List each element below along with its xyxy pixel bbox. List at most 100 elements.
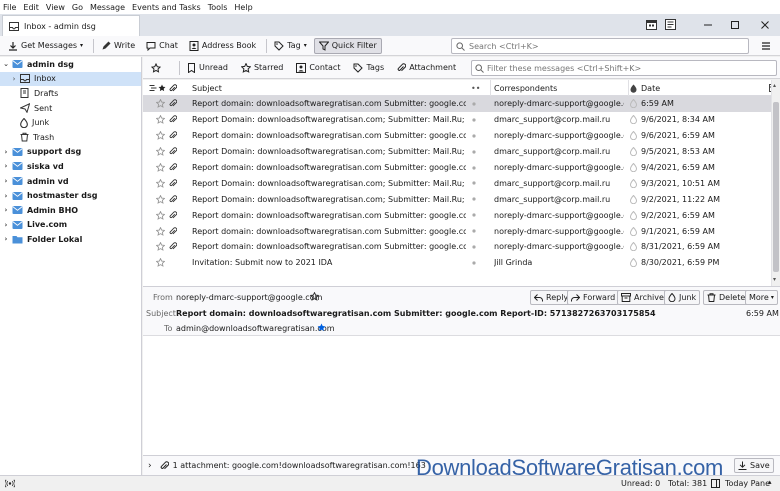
- junk-status-icon[interactable]: [630, 144, 639, 160]
- folder-admin-bho[interactable]: › Admin BHO: [0, 203, 141, 218]
- table-row[interactable]: Report Domain: downloadsoftwaregratisan.…: [143, 191, 771, 207]
- maximize-button[interactable]: [722, 14, 748, 36]
- scroll-down-icon[interactable]: ▾: [773, 276, 776, 283]
- table-row[interactable]: Report Domain: downloadsoftwaregratisan.…: [143, 144, 771, 160]
- star-icon[interactable]: [156, 160, 168, 176]
- star-icon[interactable]: [156, 144, 168, 160]
- folder-admin-dsg[interactable]: ⌄ admin dsg: [0, 57, 141, 72]
- folder-admin-vd[interactable]: › admin vd: [0, 174, 141, 189]
- folder-folder-lokal[interactable]: › Folder Lokal: [0, 232, 141, 247]
- folder-junk[interactable]: Junk: [0, 115, 141, 130]
- message-body[interactable]: [143, 336, 780, 455]
- menu-edit[interactable]: Edit: [23, 3, 39, 12]
- scroll-up-icon[interactable]: ▴: [773, 82, 776, 89]
- junk-status-icon[interactable]: [630, 223, 639, 239]
- chevron-right-icon[interactable]: ›: [148, 461, 152, 471]
- read-status-icon[interactable]: [472, 239, 480, 255]
- chevron-right-icon[interactable]: ›: [2, 162, 10, 170]
- junk-status-icon[interactable]: [630, 128, 639, 144]
- filter-messages-input[interactable]: Filter these messages <Ctrl+Shift+K>: [471, 60, 777, 76]
- menu-view[interactable]: View: [46, 3, 65, 12]
- scrollbar-thumb[interactable]: [773, 102, 779, 272]
- message-list-scrollbar[interactable]: ▴ ▾: [771, 80, 780, 286]
- folder-drafts[interactable]: Drafts: [0, 86, 141, 101]
- contact-star-icon[interactable]: [317, 323, 326, 332]
- star-icon[interactable]: [156, 223, 168, 239]
- table-row[interactable]: Report domain: downloadsoftwaregratisan.…: [143, 128, 771, 144]
- delete-button[interactable]: Delete: [703, 290, 750, 305]
- star-icon[interactable]: [156, 175, 168, 191]
- chevron-right-icon[interactable]: ›: [2, 148, 10, 156]
- filter-contact-button[interactable]: Contact: [292, 60, 344, 76]
- folder-inbox[interactable]: › Inbox: [0, 71, 141, 87]
- chevron-right-icon[interactable]: ›: [2, 206, 10, 214]
- read-status-icon[interactable]: [472, 191, 480, 207]
- more-button[interactable]: More ▾: [745, 290, 778, 305]
- star-icon[interactable]: [156, 96, 168, 112]
- sticky-filter-toggle[interactable]: [147, 60, 168, 76]
- tag-button[interactable]: Tag ▾: [270, 38, 311, 54]
- junk-button[interactable]: Junk: [664, 290, 701, 305]
- junk-status-icon[interactable]: [630, 160, 639, 176]
- star-icon[interactable]: [156, 191, 168, 207]
- table-row[interactable]: Report domain: downloadsoftwaregratisan.…: [143, 207, 771, 223]
- tasks-icon[interactable]: [665, 19, 676, 30]
- get-messages-button[interactable]: Get Messages ▾: [4, 38, 87, 54]
- save-attachment-button[interactable]: Save: [734, 458, 774, 473]
- contact-star-icon[interactable]: [310, 292, 319, 301]
- subject-column-header[interactable]: Subject: [192, 80, 222, 96]
- junk-status-icon[interactable]: [630, 175, 639, 191]
- write-button[interactable]: Write: [97, 38, 139, 54]
- table-row[interactable]: Report domain: downloadsoftwaregratisan.…: [143, 223, 771, 239]
- folder-sent[interactable]: Sent: [0, 101, 141, 116]
- date-column-header[interactable]: Date: [641, 80, 660, 96]
- quick-filter-button[interactable]: Quick Filter: [313, 37, 382, 54]
- table-row[interactable]: Report Domain: downloadsoftwaregratisan.…: [143, 175, 771, 191]
- star-icon[interactable]: [156, 239, 168, 255]
- calendar-icon[interactable]: [646, 19, 657, 30]
- reply-button[interactable]: Reply: [530, 290, 573, 305]
- junk-status-icon[interactable]: [630, 112, 639, 128]
- menu-help[interactable]: Help: [234, 3, 252, 12]
- chat-button[interactable]: Chat: [142, 38, 182, 54]
- menu-go[interactable]: Go: [72, 3, 83, 12]
- junk-status-icon[interactable]: [630, 239, 639, 255]
- today-pane-toggle[interactable]: Today Pane: [725, 479, 770, 488]
- read-status-icon[interactable]: [472, 207, 480, 223]
- table-row[interactable]: Report Domain: downloadsoftwaregratisan.…: [143, 112, 771, 128]
- star-icon[interactable]: [156, 255, 168, 271]
- chevron-right-icon[interactable]: ›: [10, 75, 18, 83]
- read-status-icon[interactable]: [472, 128, 480, 144]
- table-row[interactable]: Report domain: downloadsoftwaregratisan.…: [143, 239, 771, 255]
- folder-trash[interactable]: Trash: [0, 130, 141, 145]
- minimize-button[interactable]: [695, 14, 721, 36]
- star-icon[interactable]: [156, 128, 168, 144]
- folder-support-dsg[interactable]: › support dsg: [0, 145, 141, 160]
- chevron-up-icon[interactable]: ▴: [768, 478, 772, 486]
- junk-status-icon[interactable]: [630, 96, 639, 112]
- read-status-icon[interactable]: [472, 255, 480, 271]
- chevron-down-icon[interactable]: ⌄: [2, 60, 10, 68]
- junk-column-icon[interactable]: [630, 80, 637, 96]
- chevron-right-icon[interactable]: ›: [2, 235, 10, 243]
- search-input[interactable]: Search <Ctrl+K>: [451, 38, 749, 54]
- menu-events-and-tasks[interactable]: Events and Tasks: [132, 3, 201, 12]
- folder-hostmaster-dsg[interactable]: › hostmaster dsg: [0, 188, 141, 203]
- read-status-icon[interactable]: [472, 112, 480, 128]
- table-row[interactable]: Invitation: Submit now to 2021 IDA Jill G…: [143, 255, 771, 271]
- junk-status-icon[interactable]: [630, 207, 639, 223]
- read-status-icon[interactable]: [472, 223, 480, 239]
- online-status-icon[interactable]: [5, 479, 15, 488]
- unread-column-icon[interactable]: ••: [471, 80, 480, 96]
- read-status-icon[interactable]: [472, 175, 480, 191]
- filter-attachment-button[interactable]: Attachment: [393, 60, 460, 76]
- read-status-icon[interactable]: [472, 96, 480, 112]
- folder-siska-vd[interactable]: › siska vd: [0, 159, 141, 174]
- menu-tools[interactable]: Tools: [208, 3, 228, 12]
- chevron-down-icon[interactable]: ▾: [80, 42, 83, 49]
- correspondents-column-header[interactable]: Correspondents: [494, 80, 557, 96]
- chevron-right-icon[interactable]: ›: [2, 177, 10, 185]
- attachment-column-icon[interactable]: [169, 80, 177, 96]
- star-icon[interactable]: [156, 112, 168, 128]
- filter-starred-button[interactable]: Starred: [237, 60, 287, 76]
